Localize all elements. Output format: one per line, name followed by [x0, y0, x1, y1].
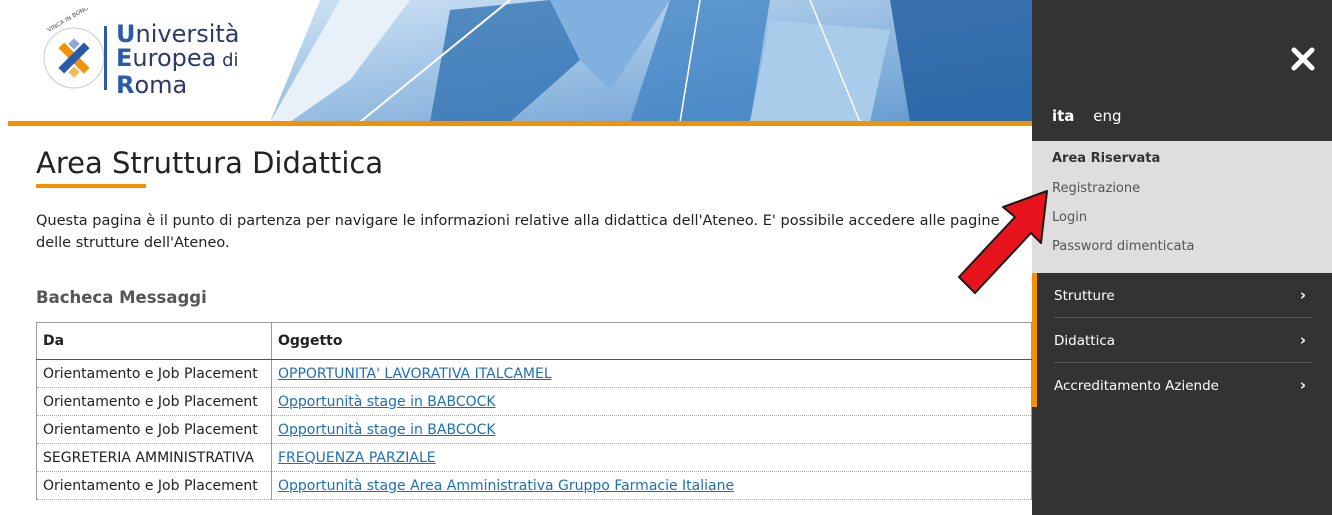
- logo-di: di: [216, 50, 239, 71]
- reserved-area-title: Area Riservata: [1052, 151, 1161, 166]
- message-board-title: Bacheca Messaggi: [36, 288, 207, 307]
- lang-ita[interactable]: ita: [1052, 107, 1074, 125]
- password-reset-link[interactable]: Password dimenticata: [1052, 239, 1195, 254]
- red-arrow-annotation-icon: [958, 190, 1048, 294]
- close-menu-button[interactable]: [1288, 44, 1318, 74]
- chevron-right-icon: ›: [1299, 376, 1306, 394]
- lang-eng[interactable]: eng: [1093, 107, 1121, 125]
- logo-motto: VINCA IN BONO MALUM: [46, 8, 110, 34]
- logo-line2: uropea: [132, 44, 217, 72]
- close-icon: [1291, 47, 1315, 71]
- nav-item-label: Didattica: [1054, 333, 1116, 349]
- nav-item-accreditamento-aziende[interactable]: Accreditamento Aziende ›: [1054, 363, 1312, 407]
- table-row: SEGRETERIA AMMINISTRATIVA FREQUENZA PARZ…: [36, 443, 1032, 472]
- logo-divider: [104, 26, 107, 90]
- column-header-da: Da: [36, 322, 272, 360]
- chevron-right-icon: ›: [1299, 331, 1306, 349]
- table-row: Orientamento e Job Placement Opportunità…: [36, 415, 1032, 444]
- column-header-oggetto: Oggetto: [271, 322, 1032, 360]
- table-header-row: Da Oggetto: [36, 322, 1032, 360]
- row-subject: FREQUENZA PARZIALE: [271, 443, 1032, 472]
- reserved-area: Area Riservata Registrazione Login Passw…: [1032, 141, 1332, 273]
- site-header: VINCA IN BONO MALUM Università Europea d…: [0, 0, 1032, 126]
- message-link[interactable]: Opportunità stage in BABCOCK: [278, 394, 496, 410]
- message-board-table: Da Oggetto Orientamento e Job Placement …: [36, 322, 1032, 500]
- intro-text: Questa pagina è il punto di partenza per…: [36, 213, 1000, 251]
- table-row: Orientamento e Job Placement OPPORTUNITA…: [36, 359, 1032, 388]
- table-row: Orientamento e Job Placement Opportunità…: [36, 471, 1032, 500]
- logo-wordmark: Università Europea di Roma: [116, 22, 240, 97]
- logo-r: R: [116, 71, 135, 99]
- row-subject: Opportunità stage in BABCOCK: [271, 387, 1032, 416]
- nav-item-strutture[interactable]: Strutture ›: [1054, 273, 1312, 318]
- logo-emblem-icon: VINCA IN BONO MALUM: [43, 8, 110, 89]
- chevron-right-icon: ›: [1299, 286, 1306, 304]
- side-menu-panel: ita eng Area Riservata Registrazione Log…: [1032, 0, 1332, 515]
- registrazione-link[interactable]: Registrazione: [1052, 181, 1140, 196]
- message-link[interactable]: OPPORTUNITA' LAVORATIVA ITALCAMEL: [278, 366, 552, 382]
- nav-item-didattica[interactable]: Didattica ›: [1054, 318, 1312, 363]
- logo-line3: oma: [134, 71, 188, 99]
- nav-item-label: Strutture: [1054, 288, 1115, 304]
- nav-item-label: Accreditamento Aziende: [1054, 378, 1219, 394]
- table-row: Orientamento e Job Placement Opportunità…: [36, 387, 1032, 416]
- university-logo[interactable]: VINCA IN BONO MALUM Università Europea d…: [40, 8, 270, 108]
- row-sender: Orientamento e Job Placement: [36, 471, 272, 500]
- row-sender: Orientamento e Job Placement: [36, 359, 272, 388]
- message-link[interactable]: Opportunità stage Area Amministrativa Gr…: [278, 478, 734, 494]
- logo-e: E: [116, 44, 133, 72]
- header-banner-image: [250, 0, 1032, 122]
- message-link[interactable]: Opportunità stage in BABCOCK: [278, 422, 496, 438]
- row-sender: SEGRETERIA AMMINISTRATIVA: [36, 443, 272, 472]
- row-subject: Opportunità stage Area Amministrativa Gr…: [271, 471, 1032, 500]
- header-orange-line: [8, 121, 1032, 126]
- message-link[interactable]: FREQUENZA PARZIALE: [278, 450, 436, 466]
- panel-navigation: Strutture › Didattica › Accreditamento A…: [1032, 273, 1332, 407]
- row-sender: Orientamento e Job Placement: [36, 387, 272, 416]
- page-title: Area Struttura Didattica: [36, 146, 384, 180]
- language-switcher: ita eng: [1052, 107, 1135, 125]
- row-subject: Opportunità stage in BABCOCK: [271, 415, 1032, 444]
- title-underline: [36, 184, 146, 188]
- row-subject: OPPORTUNITA' LAVORATIVA ITALCAMEL: [271, 359, 1032, 388]
- login-link[interactable]: Login: [1052, 210, 1087, 225]
- row-sender: Orientamento e Job Placement: [36, 415, 272, 444]
